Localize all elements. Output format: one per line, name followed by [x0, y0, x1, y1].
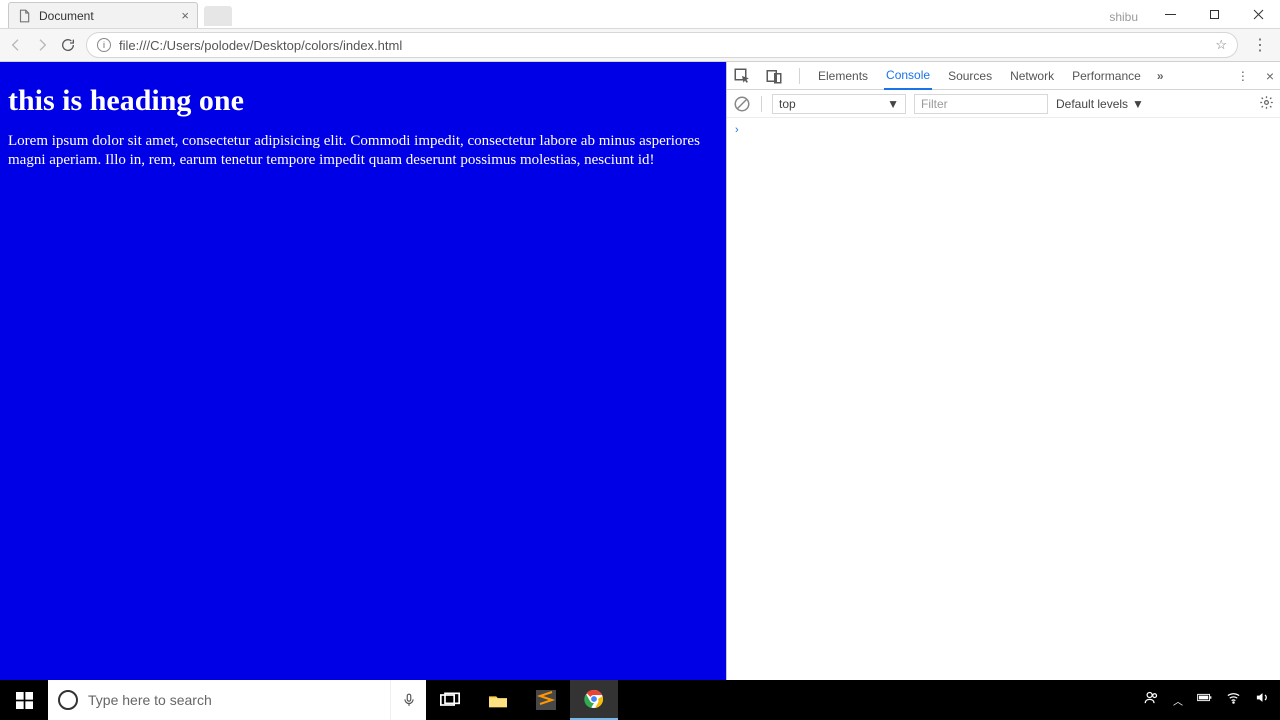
battery-icon[interactable] — [1197, 690, 1212, 710]
tab-sources[interactable]: Sources — [946, 62, 994, 90]
people-icon[interactable] — [1144, 690, 1159, 710]
page-paragraph: Lorem ipsum dolor sit amet, consectetur … — [8, 132, 708, 170]
context-value: top — [779, 97, 796, 111]
console-filter-input[interactable] — [914, 94, 1048, 114]
devtools-close-button[interactable]: × — [1266, 68, 1274, 84]
new-tab-button[interactable] — [204, 6, 232, 26]
browser-titlebar: Document × shibu — [0, 0, 1280, 28]
site-info-icon[interactable]: i — [97, 38, 111, 52]
tab-title: Document — [39, 9, 94, 23]
bookmark-star-icon[interactable]: ☆ — [1215, 37, 1227, 53]
wifi-icon[interactable] — [1226, 690, 1241, 710]
url-text: file:///C:/Users/polodev/Desktop/colors/… — [119, 38, 1207, 53]
console-prompt-caret-icon: › — [735, 124, 739, 136]
profile-name: shibu — [1109, 10, 1138, 28]
start-button[interactable] — [0, 680, 48, 720]
devtools-tabstrip: Elements Console Sources Network Perform… — [727, 62, 1280, 90]
devtools-panel: Elements Console Sources Network Perform… — [726, 62, 1280, 680]
mic-button[interactable] — [390, 680, 426, 720]
console-output[interactable]: › — [727, 118, 1280, 680]
tab-close-icon[interactable]: × — [181, 8, 189, 23]
search-placeholder: Type here to search — [88, 692, 212, 708]
clear-console-icon[interactable] — [733, 95, 751, 113]
devtools-menu-button[interactable]: ⋮ — [1234, 67, 1252, 85]
window-minimize-button[interactable] — [1148, 0, 1192, 28]
tabs-overflow-icon[interactable]: » — [1157, 69, 1164, 83]
taskbar-app-explorer[interactable] — [474, 680, 522, 720]
browser-tab[interactable]: Document × — [8, 2, 198, 28]
task-view-button[interactable] — [426, 680, 474, 720]
page-heading: this is heading one — [8, 84, 718, 118]
system-tray: ︿ — [1144, 690, 1280, 710]
window-close-button[interactable] — [1236, 0, 1280, 28]
chevron-down-icon: ▼ — [1132, 97, 1144, 111]
volume-icon[interactable] — [1255, 690, 1270, 710]
console-settings-icon[interactable] — [1259, 95, 1274, 113]
log-levels-selector[interactable]: Default levels ▼ — [1056, 97, 1144, 111]
tab-console[interactable]: Console — [884, 62, 932, 90]
windows-taskbar: Type here to search ︿ — [0, 680, 1280, 720]
window-controls — [1148, 0, 1280, 28]
tab-performance[interactable]: Performance — [1070, 62, 1143, 90]
separator — [799, 68, 800, 84]
tab-network[interactable]: Network — [1008, 62, 1056, 90]
taskbar-search[interactable]: Type here to search — [48, 680, 390, 720]
taskbar-app-chrome[interactable] — [570, 680, 618, 720]
chevron-down-icon: ▼ — [887, 97, 899, 111]
address-bar[interactable]: i file:///C:/Users/polodev/Desktop/color… — [86, 32, 1238, 58]
browser-toolbar: i file:///C:/Users/polodev/Desktop/color… — [0, 28, 1280, 62]
device-toolbar-icon[interactable] — [765, 67, 783, 85]
cortana-icon — [58, 690, 78, 710]
console-toolbar: top ▼ Default levels ▼ — [727, 90, 1280, 118]
context-selector[interactable]: top ▼ — [772, 94, 906, 114]
tray-overflow-icon[interactable]: ︿ — [1173, 693, 1183, 708]
workspace: this is heading one Lorem ipsum dolor si… — [0, 62, 1280, 680]
tab-elements[interactable]: Elements — [816, 62, 870, 90]
rendered-page: this is heading one Lorem ipsum dolor si… — [0, 62, 726, 680]
back-button[interactable] — [8, 37, 24, 53]
forward-button[interactable] — [34, 37, 50, 53]
levels-label: Default levels — [1056, 97, 1128, 111]
window-maximize-button[interactable] — [1192, 0, 1236, 28]
file-icon — [17, 9, 31, 23]
taskbar-app-sublime[interactable] — [522, 680, 570, 720]
browser-menu-button[interactable]: ⋮ — [1248, 35, 1272, 55]
reload-button[interactable] — [60, 37, 76, 53]
separator — [761, 96, 762, 112]
inspect-element-icon[interactable] — [733, 67, 751, 85]
